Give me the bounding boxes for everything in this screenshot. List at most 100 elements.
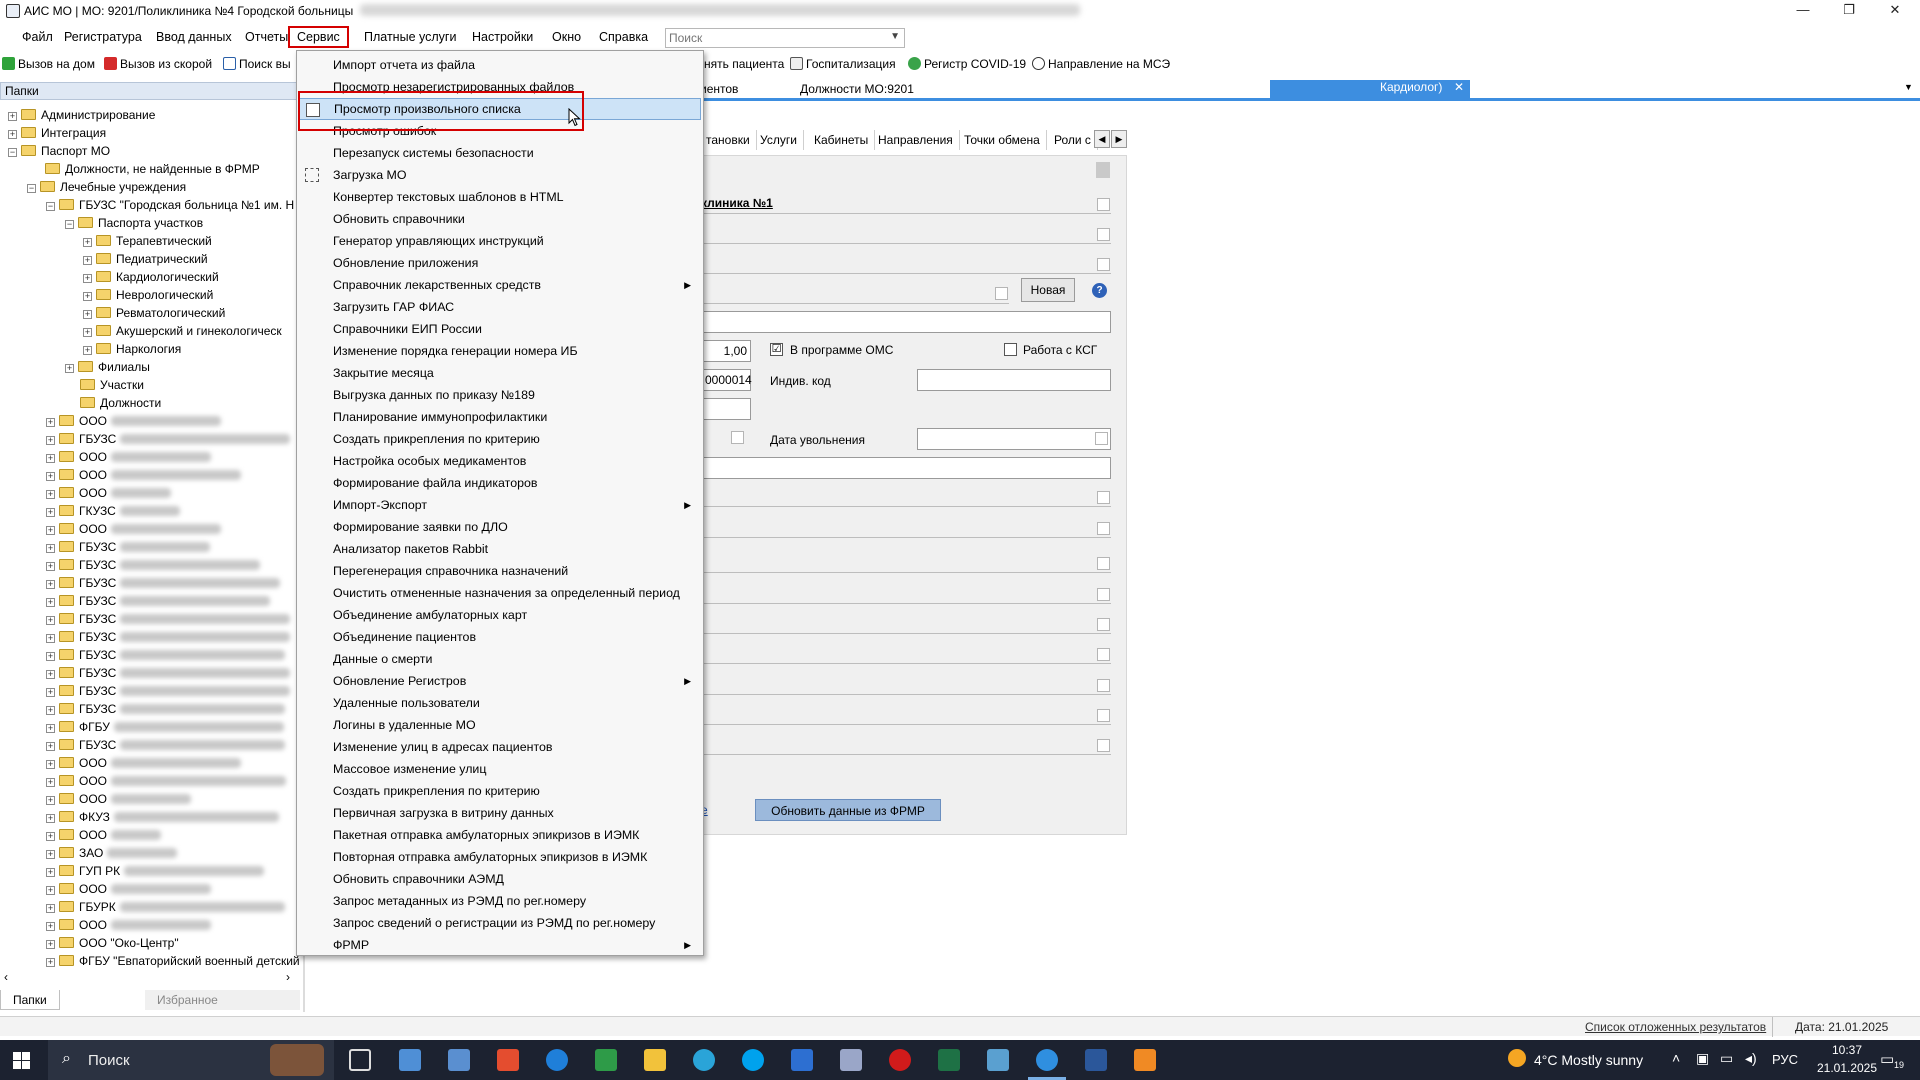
expand-icon[interactable]: + xyxy=(46,886,55,895)
ellipsis-icon[interactable] xyxy=(1097,739,1110,752)
expand-icon[interactable]: + xyxy=(46,670,55,679)
restore-button[interactable]: ❐ xyxy=(1826,0,1872,22)
file-explorer-icon[interactable] xyxy=(644,1049,666,1071)
scroll-left-icon[interactable]: ‹ xyxy=(4,970,8,984)
dismissal-date-input[interactable] xyxy=(917,428,1111,450)
tree-item[interactable]: + ГУП РК xyxy=(46,862,265,880)
menu-item[interactable]: Изменение улиц в адресах пациентов xyxy=(299,736,701,758)
menu-item[interactable]: Загрузка МО xyxy=(299,164,701,186)
menu-item[interactable]: Анализатор пакетов Rabbit xyxy=(299,538,701,560)
tree-item[interactable]: + ООО xyxy=(46,484,172,502)
tree-item[interactable]: + ООО xyxy=(46,916,212,934)
expand-icon[interactable]: + xyxy=(46,562,55,571)
taskbar-search[interactable]: ⌕ Поиск xyxy=(48,1040,334,1080)
word-icon[interactable] xyxy=(1085,1049,1107,1071)
form-line[interactable] xyxy=(701,284,1009,304)
menu-item[interactable]: ФРМР ▶ xyxy=(299,934,701,956)
menu-item[interactable]: Перезапуск системы безопасности xyxy=(299,142,701,164)
tree-item[interactable]: + Педиатрический xyxy=(83,250,208,268)
menu-item[interactable]: Обновление Регистров ▶ xyxy=(299,670,701,692)
weather-text[interactable]: 4°C Mostly sunny xyxy=(1534,1052,1643,1068)
menu-item[interactable]: Повторная отправка амбулаторных эпикризо… xyxy=(299,846,701,868)
app-icon-16[interactable] xyxy=(1134,1049,1156,1071)
tree-item[interactable]: + ЗАО xyxy=(46,844,178,862)
tree-item[interactable]: + Акушерский и гинекологическ xyxy=(83,322,282,340)
tree-item[interactable]: + ГБУЗС xyxy=(46,628,291,646)
menu-item[interactable]: Импорт отчета из файла xyxy=(299,54,701,76)
form-line[interactable] xyxy=(701,644,1111,664)
expand-icon[interactable]: + xyxy=(46,454,55,463)
expand-icon[interactable]: + xyxy=(46,490,55,499)
new-button[interactable]: Новая xyxy=(1021,278,1075,302)
menu-item[interactable]: Планирование иммунопрофилактики xyxy=(299,406,701,428)
app-icon-9[interactable] xyxy=(791,1049,813,1071)
form-line[interactable] xyxy=(701,518,1111,538)
app-icon-13[interactable] xyxy=(987,1049,1009,1071)
app-icon-3[interactable] xyxy=(497,1049,519,1071)
menu-service[interactable]: Сервис xyxy=(288,26,349,48)
expand-icon[interactable]: + xyxy=(46,940,55,949)
scroll-right-icon[interactable]: › xyxy=(286,970,290,984)
ellipsis-icon[interactable] xyxy=(1097,709,1110,722)
close-button[interactable]: ✕ xyxy=(1872,0,1918,22)
menu-item[interactable]: Импорт-Экспорт ▶ xyxy=(299,494,701,516)
search-patient-button[interactable]: Поиск вы xyxy=(223,53,291,75)
menu-item[interactable]: Формирование заявки по ДЛО xyxy=(299,516,701,538)
tree-item[interactable]: Должности, не найденные в ФРМР xyxy=(45,160,260,178)
ellipsis-icon[interactable] xyxy=(1097,228,1110,241)
language-indicator[interactable]: РУС xyxy=(1772,1052,1798,1067)
ellipsis-icon[interactable] xyxy=(1097,648,1110,661)
tree-item[interactable]: + ФГБУ xyxy=(46,718,284,736)
form-line[interactable] xyxy=(701,614,1111,634)
collapse-icon[interactable]: − xyxy=(8,148,17,157)
tree-item[interactable]: + ООО xyxy=(46,412,222,430)
telegram-icon[interactable] xyxy=(693,1049,715,1071)
calculator-icon[interactable] xyxy=(448,1049,470,1071)
form-line[interactable] xyxy=(701,254,1111,274)
indiv-code-input[interactable] xyxy=(917,369,1111,391)
menu-file[interactable]: Файл xyxy=(15,26,60,48)
expand-icon[interactable]: + xyxy=(83,292,92,301)
subtab-services[interactable]: Услуги xyxy=(754,130,804,150)
network-icon[interactable]: ▭ xyxy=(1720,1050,1733,1067)
tree-item[interactable]: + ООО "Око-Центр" xyxy=(46,934,179,952)
subtab-exchange-points[interactable]: Точки обмена xyxy=(958,130,1047,150)
hospitalization-button[interactable]: Госпитализация xyxy=(790,53,896,75)
menu-item[interactable]: Обновить справочники xyxy=(299,208,701,230)
menu-item[interactable]: Запрос метаданных из РЭМД по рег.номеру xyxy=(299,890,701,912)
expand-icon[interactable]: + xyxy=(8,112,17,121)
expand-icon[interactable]: + xyxy=(83,328,92,337)
text-field[interactable] xyxy=(701,398,751,420)
menu-item[interactable]: Конвертер текстовых шаблонов в HTML xyxy=(299,186,701,208)
menu-item[interactable]: Перегенерация справочника назначений xyxy=(299,560,701,582)
minimize-button[interactable]: — xyxy=(1780,0,1826,22)
tree-item[interactable]: + ГБУЗС xyxy=(46,700,286,718)
tree-item[interactable]: Участки xyxy=(80,376,144,394)
menu-item[interactable]: Выгрузка данных по приказу №189 xyxy=(299,384,701,406)
tree-item[interactable]: + Интеграция xyxy=(8,124,106,142)
form-scroll-thumb[interactable] xyxy=(1096,162,1110,178)
menu-reports[interactable]: Отчеты xyxy=(238,26,295,48)
menu-item[interactable]: Логины в удаленные МО xyxy=(299,714,701,736)
menu-item[interactable]: Формирование файла индикаторов xyxy=(299,472,701,494)
tree-item[interactable]: + ГБУЗС xyxy=(46,736,286,754)
search-combobox[interactable]: ▼ xyxy=(665,28,905,48)
tree-horizontal-scrollbar[interactable]: ‹ › xyxy=(0,970,300,986)
expand-icon[interactable]: + xyxy=(46,724,55,733)
menu-item[interactable]: Объединение пациентов xyxy=(299,626,701,648)
ellipsis-icon[interactable] xyxy=(1097,618,1110,631)
ellipsis-icon[interactable] xyxy=(1097,491,1110,504)
subtab-cabinets[interactable]: Кабинеты xyxy=(808,130,876,150)
expand-icon[interactable]: + xyxy=(46,706,55,715)
ais-app-icon[interactable] xyxy=(1036,1049,1058,1071)
tree-item[interactable]: + ООО xyxy=(46,754,242,772)
form-line[interactable] xyxy=(701,224,1111,244)
excel-icon[interactable] xyxy=(938,1049,960,1071)
tree-item[interactable]: + Ревматологический xyxy=(83,304,225,322)
subtab-settings[interactable]: тановки xyxy=(700,130,757,150)
tree-item[interactable]: + ГБУЗС xyxy=(46,574,281,592)
clock-time[interactable]: 10:37 xyxy=(1812,1043,1882,1057)
chevron-up-icon[interactable]: ˄ xyxy=(1672,1050,1680,1066)
collapse-icon[interactable]: − xyxy=(46,202,55,211)
tree-item[interactable]: + Филиалы xyxy=(65,358,150,376)
